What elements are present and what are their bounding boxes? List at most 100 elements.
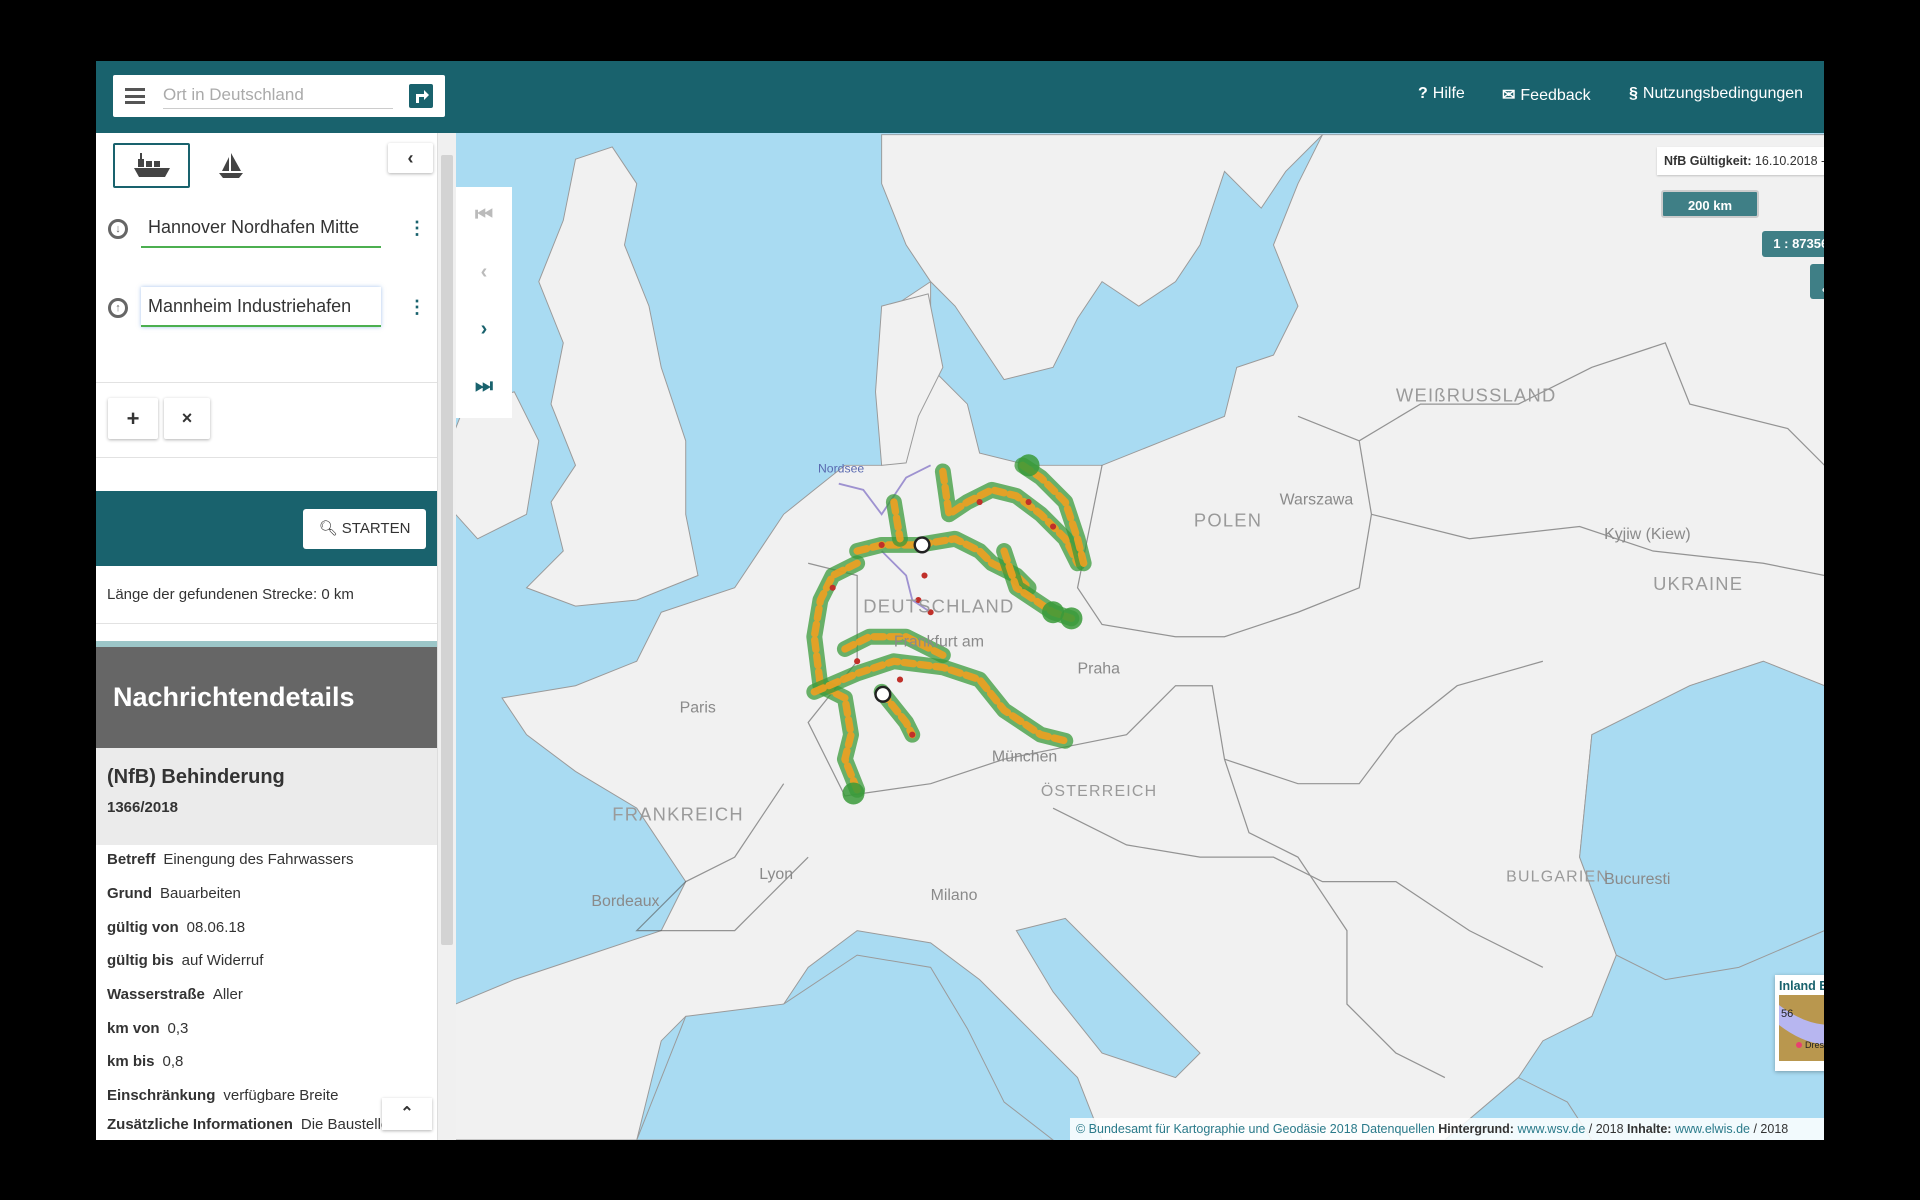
end-waypoint-input[interactable]	[141, 287, 381, 327]
map-label: UKRAINE	[1653, 573, 1743, 594]
detail-row: km von 0,3	[107, 1020, 189, 1037]
map-label: Kyjiw (Kiew)	[1604, 526, 1691, 543]
start-waypoint-input[interactable]	[141, 208, 381, 248]
map-view[interactable]: Nordsee DEUTSCHLAND POLEN FRANKREICH WEI…	[456, 133, 1824, 1140]
divider	[96, 382, 437, 383]
detail-row: Betreff Einengung des Fahrwassers	[107, 851, 354, 868]
notice-cluster[interactable]	[842, 782, 865, 805]
map-label: Frankfurt am	[894, 634, 984, 651]
divider	[96, 623, 437, 624]
attribution-sources-link[interactable]: Datenquellen	[1361, 1122, 1435, 1136]
collapse-sidebar-button[interactable]: ‹	[388, 143, 433, 173]
last-step-button[interactable]: ⏭︎	[456, 358, 512, 415]
route-sidebar: ‹ ↓ ⋮ ↑ ⋮ + × 🔍︎ STARTEN Länge der gefun…	[96, 133, 437, 1140]
detail-row: Einschränkung verfügbare Breite	[107, 1087, 339, 1104]
terms-label: Nutzungsbedingungen	[1642, 85, 1804, 102]
location-search-box	[113, 75, 445, 117]
feedback-link[interactable]: ✉ Feedback	[1502, 85, 1591, 105]
start-bar: 🔍︎ STARTEN	[96, 491, 437, 566]
scale-ratio: 1 : 8735665	[1762, 231, 1824, 257]
message-header: (NfB) Behinderung 1366/2018	[96, 748, 437, 845]
notice-point[interactable]	[829, 584, 836, 591]
locate-button[interactable]	[1810, 264, 1824, 299]
start-marker	[913, 536, 931, 554]
message-number: 1366/2018	[107, 799, 178, 816]
clear-waypoints-button[interactable]: ×	[164, 398, 210, 439]
detail-row: km bis 0,8	[107, 1053, 184, 1070]
notice-point[interactable]	[1025, 498, 1032, 506]
waypoint-options-icon[interactable]: ⋮	[408, 219, 426, 245]
detail-row: Zusätzliche Informationen Die Baustelle	[107, 1116, 390, 1133]
notice-point[interactable]	[976, 498, 983, 506]
map-label: WEIßRUSSLAND	[1396, 385, 1557, 406]
waypoint-options-icon[interactable]: ⋮	[408, 298, 426, 324]
hamburger-menu-icon[interactable]	[125, 88, 145, 104]
location-search-input[interactable]	[163, 81, 393, 109]
land-uk	[525, 146, 699, 607]
notice-point[interactable]	[909, 731, 916, 738]
scroll-to-top-button[interactable]: ⌃	[382, 1098, 432, 1130]
map-label: POLEN	[1194, 510, 1262, 531]
attribution-copyright[interactable]: © Bundesamt für Kartographie und Geodäsi…	[1076, 1122, 1358, 1136]
message-title: (NfB) Behinderung	[107, 766, 285, 788]
map-label: Lyon	[759, 866, 793, 883]
app-window: ?Hilfe ✉Feedback §Nutzungsbedingungen ‹ …	[96, 61, 1824, 1140]
map-label: Praha	[1078, 660, 1121, 677]
map-label: Milano	[931, 887, 978, 904]
first-step-button[interactable]: ⏮︎	[456, 187, 512, 244]
add-waypoint-button[interactable]: +	[108, 398, 158, 439]
notice-cluster[interactable]	[1060, 607, 1083, 630]
notice-point[interactable]	[921, 572, 928, 579]
start-arrow-down-icon: ↓	[108, 219, 128, 239]
notice-point[interactable]	[896, 676, 904, 683]
scale-bar: 200 km	[1661, 190, 1759, 218]
previous-step-button[interactable]: ‹	[456, 244, 512, 301]
inland-enc-layer-toggle[interactable]: Inland ENC 56 55 Dresden	[1775, 975, 1824, 1071]
start-button[interactable]: 🔍︎ STARTEN	[303, 509, 426, 549]
detail-row: Grund Bauarbeiten	[107, 885, 241, 902]
nfb-validity-box: NfB Gültigkeit: 16.10.2018 - 15.11.2018	[1657, 147, 1824, 175]
paragraph-icon: §	[1629, 85, 1638, 102]
svg-text:56: 56	[1781, 1008, 1793, 1020]
help-label: Hilfe	[1432, 85, 1465, 102]
scrollbar-thumb[interactable]	[441, 155, 453, 945]
start-label: STARTEN	[341, 520, 411, 537]
map-label: DEUTSCHLAND	[863, 595, 1014, 616]
terms-link[interactable]: § Nutzungsbedingungen	[1629, 85, 1803, 103]
next-step-button[interactable]: ›	[456, 301, 512, 358]
sidebar-scrollbar[interactable]	[437, 133, 456, 1140]
details-heading: Nachrichtendetails	[96, 647, 437, 748]
map-label: BULGARIEN	[1506, 869, 1609, 886]
detail-row: Wasserstraße Aller	[107, 986, 243, 1003]
feedback-label: Feedback	[1520, 87, 1591, 104]
map-label: Bordeaux	[591, 893, 659, 910]
notice-point[interactable]	[1050, 523, 1057, 530]
detail-row: gültig von 08.06.18	[107, 919, 246, 936]
cargo-ship-icon	[133, 152, 170, 177]
envelope-icon: ✉	[1502, 87, 1516, 104]
notice-cluster[interactable]	[1017, 454, 1040, 477]
map-label: Warszawa	[1280, 491, 1354, 508]
notice-point[interactable]	[878, 541, 885, 548]
route-step-navigation: ⏮︎ ‹ › ⏭︎	[456, 187, 512, 418]
map-attribution: © Bundesamt für Kartographie und Geodäsi…	[1070, 1118, 1824, 1140]
validity-value: 16.10.2018 - 15.11.2018	[1754, 154, 1824, 168]
map-canvas[interactable]: Nordsee DEUTSCHLAND POLEN FRANKREICH WEI…	[456, 133, 1824, 1140]
tab-cargo-ship[interactable]	[113, 143, 190, 188]
route-length-text: Länge der gefundenen Strecke: 0 km	[107, 586, 354, 603]
directions-icon[interactable]	[409, 84, 433, 108]
end-marker	[874, 685, 892, 703]
detail-row: gültig bis auf Widerruf	[107, 952, 264, 969]
location-pin-icon	[1822, 287, 1824, 293]
wsv-link[interactable]: www.wsv.de	[1517, 1122, 1585, 1136]
help-link[interactable]: ? Hilfe	[1418, 85, 1465, 103]
validity-label: NfB Gültigkeit:	[1664, 154, 1752, 168]
elwis-link[interactable]: www.elwis.de	[1675, 1122, 1750, 1136]
tab-sailboat[interactable]	[191, 143, 268, 188]
sailboat-icon	[218, 152, 243, 178]
enc-thumbnail: 56 55 Dresden	[1779, 995, 1824, 1061]
notice-point[interactable]	[854, 658, 861, 665]
divider	[96, 457, 437, 458]
end-arrow-up-icon: ↑	[108, 298, 128, 318]
land-scandinavia	[881, 134, 1324, 381]
